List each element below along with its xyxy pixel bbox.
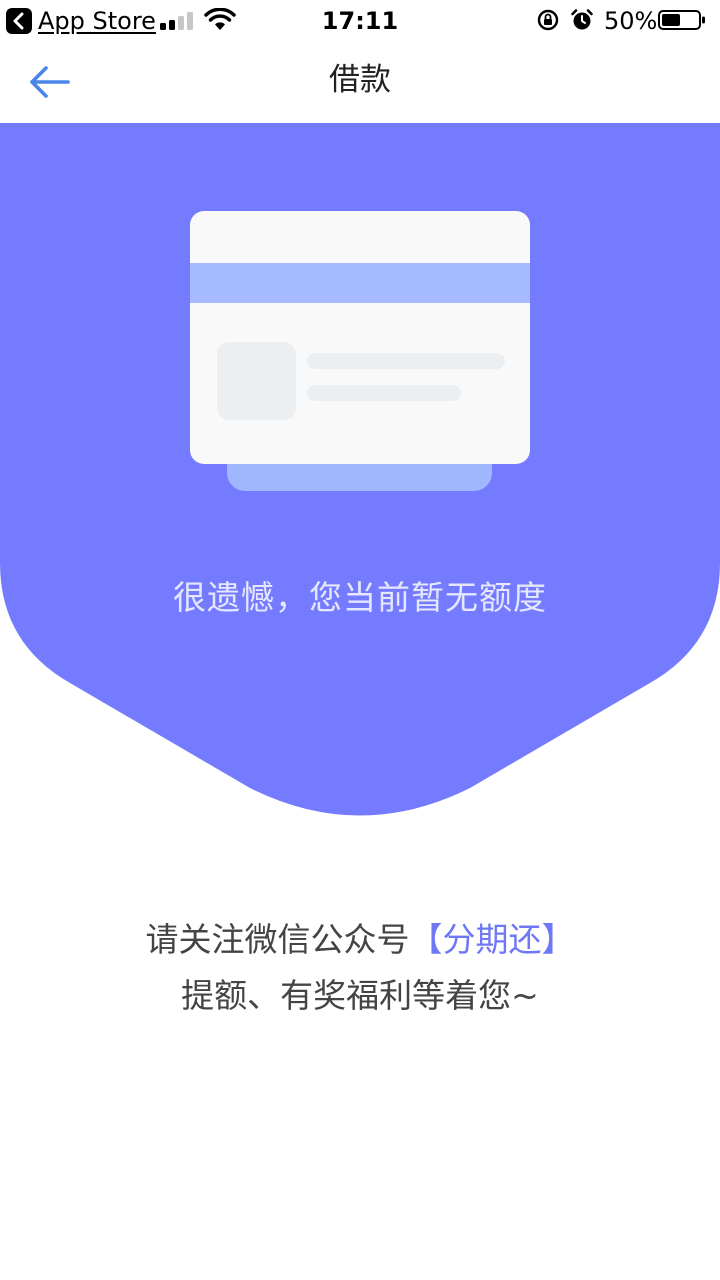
follow-line-1: 请关注微信公众号【分期还】 (0, 912, 720, 968)
loan-page: App Store 17:11 50% 借款 很遗憾，您当前暂无额度 请关注微信… (0, 0, 720, 1280)
battery-icon (658, 10, 705, 30)
hero-banner: 很遗憾，您当前暂无额度 (0, 123, 720, 823)
official-account-name: 【分期还】 (409, 920, 575, 959)
card-stripe (190, 263, 530, 303)
no-credit-message: 很遗憾，您当前暂无额度 (173, 578, 547, 617)
follow-prefix: 请关注微信公众号 (145, 920, 410, 959)
id-card-icon (190, 211, 530, 464)
card-text-line (307, 385, 461, 401)
page-title: 借款 (329, 62, 391, 98)
alarm-icon (571, 9, 593, 30)
battery-percent: 50% (604, 7, 658, 35)
follow-line-2: 提额、有奖福利等着您~ (181, 976, 539, 1015)
orientation-lock-icon (537, 9, 559, 31)
card-text-line (307, 353, 505, 369)
status-bar: App Store 17:11 50% (0, 0, 720, 40)
nav-bar: 借款 (0, 40, 720, 123)
follow-prompt: 请关注微信公众号【分期还】 提额、有奖福利等着您~ (0, 912, 720, 1024)
card-photo-placeholder (217, 342, 296, 420)
